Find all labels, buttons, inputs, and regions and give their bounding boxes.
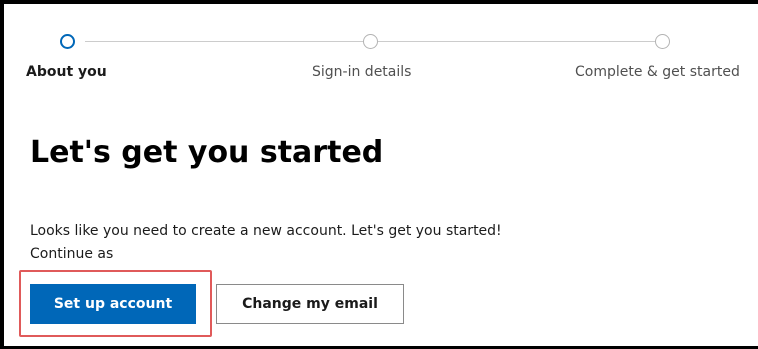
- change-email-button[interactable]: Change my email: [216, 284, 404, 324]
- step-connector-1: [85, 41, 363, 42]
- step-2-circle-icon: [363, 34, 378, 49]
- step-1-circle-icon: [60, 34, 75, 49]
- step-3-label: Complete & get started: [575, 64, 740, 80]
- step-3-circle-icon: [655, 34, 670, 49]
- step-connector-2: [378, 41, 655, 42]
- step-1-label: About you: [26, 64, 107, 80]
- signup-panel: About you Sign-in details Complete & get…: [0, 0, 758, 349]
- set-up-account-button[interactable]: Set up account: [30, 284, 196, 324]
- new-account-message: Looks like you need to create a new acco…: [30, 223, 502, 239]
- page-title: Let's get you started: [30, 135, 384, 170]
- continue-as-text: Continue as: [30, 246, 114, 262]
- step-2-label: Sign-in details: [312, 64, 412, 80]
